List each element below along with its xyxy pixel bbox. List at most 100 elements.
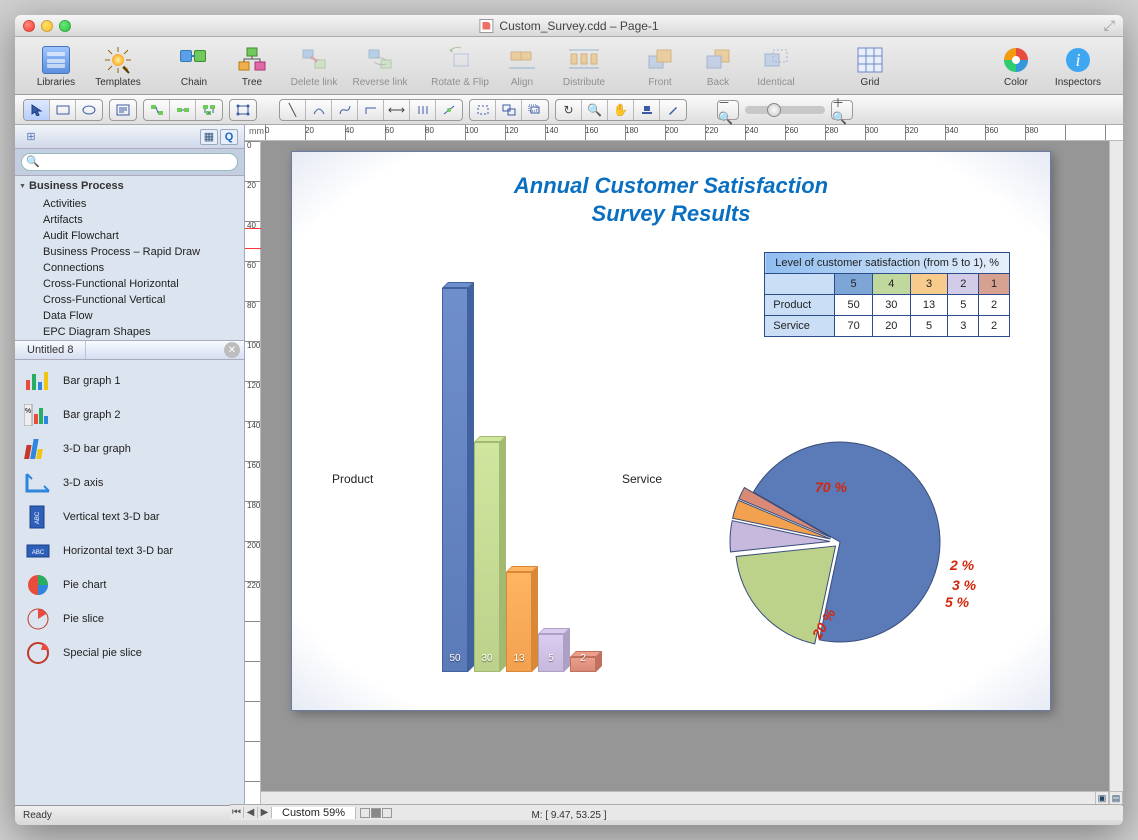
deletelink-button[interactable]: Delete link [283,44,345,88]
canvas-scroll[interactable]: Annual Customer Satisfaction Survey Resu… [261,141,1123,805]
mouse-coords: M: [ 9.47, 53.25 ] [531,810,606,821]
eyedrop-tool[interactable] [660,100,686,120]
refresh-tool[interactable]: ↻ [556,100,582,120]
front-button[interactable]: Front [633,44,687,88]
tab-close-icon[interactable]: ✕ [224,342,240,358]
view-search-button[interactable]: Q [220,129,238,145]
shape-item[interactable]: Special pie slice [15,636,244,670]
tree-item[interactable]: Cross-Functional Vertical [15,292,244,308]
grid-button[interactable]: Grid [843,44,897,88]
shape-item[interactable]: %Bar graph 2 [15,398,244,432]
bar: 50 [442,288,468,672]
templates-button[interactable]: Templates [87,44,149,88]
horizontal-scrollbar[interactable] [261,791,1109,805]
titlebar[interactable]: Custom_Survey.cdd – Page-1 ⤢ [15,15,1123,37]
hand-tool[interactable]: ✋ [608,100,634,120]
rect-tool[interactable] [50,100,76,120]
connect3-tool[interactable] [196,100,222,120]
connect2-tool[interactable] [170,100,196,120]
libraries-button[interactable]: Libraries [29,44,83,88]
tree-item[interactable]: EPC Diagram Shapes [15,324,244,340]
zoom-out-button[interactable]: －🔍 [717,100,739,120]
pie-pct-label: 5 % [945,594,970,610]
color-button[interactable]: Color [989,44,1043,88]
group3-tool[interactable] [522,100,548,120]
ruler-vertical[interactable]: 020406080100120140160180200220 [245,141,261,805]
rotateflip-button[interactable]: Rotate & Flip [429,44,491,88]
shape-item[interactable]: Pie slice [15,602,244,636]
inspectors-button[interactable]: i Inspectors [1047,44,1109,88]
bar: 30 [474,442,500,672]
svg-text:ABC: ABC [35,511,41,524]
zoom-slider[interactable] [745,106,825,114]
zoom-in-button[interactable]: ＋🔍 [831,100,853,120]
tree-item[interactable]: Business Process – Rapid Draw [15,244,244,260]
sidebar-tabs: ⊞ ▦ Q [15,125,244,149]
zoom-fit-icon[interactable]: ▣ [1095,791,1109,805]
shape-item[interactable]: Bar graph 1 [15,364,244,398]
table-row: Service 7020532 [765,316,1010,337]
search-input[interactable] [21,153,238,171]
shape-item[interactable]: 3-D axis [15,466,244,500]
svg-text:ABC: ABC [32,550,45,556]
shape-item[interactable]: Pie chart [15,568,244,602]
ortholine-tool[interactable] [358,100,384,120]
shape-item[interactable]: 3-D bar graph [15,432,244,466]
line-tool[interactable]: ╲ [280,100,306,120]
tree-item[interactable]: Cross-Functional Horizontal [15,276,244,292]
rating-col: 3 [910,274,948,295]
rating-col: 4 [872,274,910,295]
main-area: ⊞ ▦ Q 🔍 Business Process Activities Arti… [15,125,1123,805]
tree-header[interactable]: Business Process [15,176,244,196]
multiline-tool[interactable] [410,100,436,120]
page-title: Annual Customer Satisfaction Survey Resu… [292,172,1050,227]
distribute-button[interactable]: Distribute [553,44,615,88]
hierarchy-icon[interactable]: ⊞ [21,130,41,143]
identical-button[interactable]: Identical [749,44,803,88]
pie-pct-label: 70 % [815,479,847,495]
library-tree: Business Process Activities Artifacts Au… [15,176,244,805]
align-button[interactable]: Align [495,44,549,88]
group1-tool[interactable] [470,100,496,120]
tree-item[interactable]: Artifacts [15,212,244,228]
shape-item[interactable]: ABCHorizontal text 3-D bar [15,534,244,568]
shape-tab[interactable]: Untitled 8 [15,341,86,359]
tree-item[interactable]: Connections [15,260,244,276]
zoom-window-button[interactable] [59,20,71,32]
spline-tool[interactable] [332,100,358,120]
tree-item[interactable]: Audit Flowchart [15,228,244,244]
curve-tool[interactable] [306,100,332,120]
reverselink-button[interactable]: Reverse link [349,44,411,88]
stamp-tool[interactable] [634,100,660,120]
zoom-page-icon[interactable]: ▤ [1109,791,1123,805]
group2-tool[interactable] [496,100,522,120]
svg-text:%: % [25,408,31,415]
line-tools-group: ╲ ⟷ [279,99,463,121]
close-window-button[interactable] [23,20,35,32]
fullscreen-icon[interactable]: ⤢ [1104,17,1115,34]
tree-item[interactable]: Data Flow [15,308,244,324]
ruler-horizontal[interactable]: mm 0204060801001201401601802002202402602… [245,125,1123,141]
minimize-window-button[interactable] [41,20,53,32]
bar-chart-label: Product [332,472,373,486]
search-icon: 🔍 [26,155,40,168]
drawing-page[interactable]: Annual Customer Satisfaction Survey Resu… [291,151,1051,711]
snap-tool[interactable] [230,100,256,120]
pie-chart-label: Service [622,472,662,486]
pointer-tool[interactable] [24,100,50,120]
connect1-tool[interactable] [144,100,170,120]
ellipse-tool[interactable] [76,100,102,120]
zoom-tool[interactable]: 🔍 [582,100,608,120]
dimline-tool[interactable]: ⟷ [384,100,410,120]
tree-item[interactable]: Activities [15,196,244,212]
view-grid-button[interactable]: ▦ [200,129,218,145]
service-pie-chart: 70 %20 %5 %3 %2 % [720,422,980,702]
text-tool[interactable] [110,100,136,120]
chain-button[interactable]: Chain [167,44,221,88]
edit-line-tool[interactable] [436,100,462,120]
vertical-scrollbar[interactable] [1109,141,1123,805]
tree-button[interactable]: Tree [225,44,279,88]
back-button[interactable]: Back [691,44,745,88]
shape-item[interactable]: ABCVertical text 3-D bar [15,500,244,534]
secondary-toolbar: ╲ ⟷ ↻ 🔍 ✋ －🔍 ＋🔍 [15,95,1123,125]
